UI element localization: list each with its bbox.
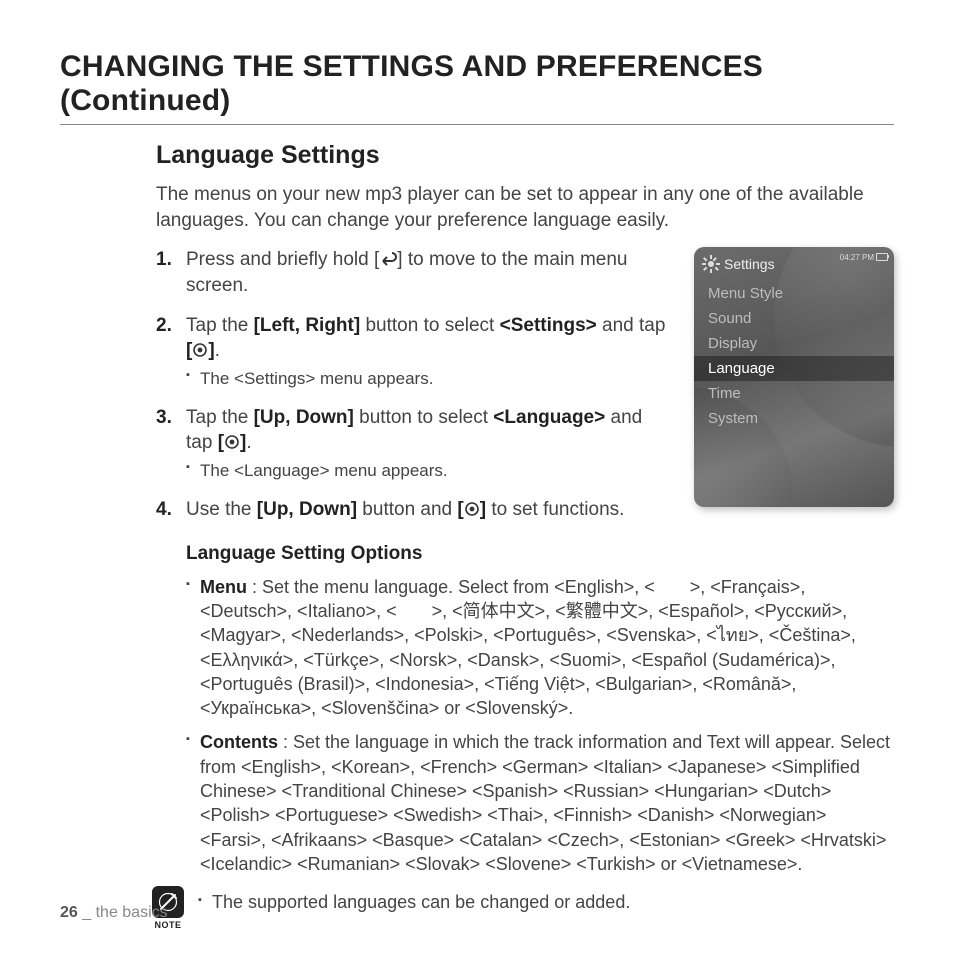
back-icon [379,251,397,267]
device-menu: Menu StyleSoundDisplayLanguageTimeSystem [694,277,894,435]
device-screenshot: Settings 04:27 PM Menu StyleSoundDisplay… [694,247,894,507]
battery-icon [876,253,888,261]
step-3: Tap the [Up, Down] button to select <Lan… [156,405,670,483]
step-1-text-a: Press and briefly hold [ [186,249,379,270]
device-menu-item: Display [694,331,894,356]
option-menu-text: : Set the menu language. Select from <En… [200,577,856,718]
step-3-sub: The <Language> menu appears. [186,460,670,483]
device-title: Settings [724,256,775,272]
step-2-text-e: and tap [597,315,666,336]
options-heading: Language Setting Options [186,543,894,565]
footer-sep: _ [78,904,96,921]
step-4-text-a: Use the [186,499,257,520]
option-contents-text: : Set the language in which the track in… [200,732,890,873]
step-2-text-c: button to select [360,315,499,336]
device-menu-item: Menu Style [694,281,894,306]
gear-icon [702,255,720,273]
device-menu-item: Language [694,356,894,381]
step-3-text-h: . [246,432,251,453]
page-title: CHANGING THE SETTINGS AND PREFERENCES (C… [60,50,894,118]
step-4-text-c: button and [357,499,457,520]
page-footer: 26 _ the basics [60,904,168,922]
steps-column: Press and briefly hold [] to move to the… [156,247,670,536]
step-2-bold-2: <Settings> [500,315,597,336]
step-2: Tap the [Left, Right] button to select <… [156,313,670,391]
step-3-bold-2: <Language> [493,407,605,428]
option-menu: Menu : Set the menu language. Select fro… [186,575,894,721]
select-icon [192,342,208,358]
select-icon [224,434,240,450]
step-1: Press and briefly hold [] to move to the… [156,247,670,298]
step-4: Use the [Up, Down] button and [] to set … [156,497,670,523]
step-4-bold-1: [Up, Down] [257,499,357,520]
device-menu-item: Sound [694,306,894,331]
step-2-text-a: Tap the [186,315,254,336]
chapter-name: the basics [96,904,168,921]
section-heading: Language Settings [156,141,894,170]
step-2-text-h: . [215,340,220,361]
device-time: 04:27 PM [840,253,874,262]
page-number: 26 [60,904,78,921]
note-text: The supported languages can be changed o… [198,886,630,913]
step-2-sub: The <Settings> menu appears. [186,368,670,391]
device-menu-item: Time [694,381,894,406]
step-2-bold-1: [Left, Right] [254,315,361,336]
device-menu-item: System [694,406,894,431]
step-4-text-f: to set functions. [486,499,624,520]
option-menu-label: Menu [200,577,247,597]
option-contents: Contents : Set the language in which the… [186,730,894,876]
step-3-text-c: button to select [354,407,493,428]
title-divider [60,124,894,125]
select-icon [464,501,480,517]
step-3-text-a: Tap the [186,407,254,428]
step-3-bold-1: [Up, Down] [254,407,354,428]
intro-paragraph: The menus on your new mp3 player can be … [156,182,894,233]
option-contents-label: Contents [200,732,278,752]
